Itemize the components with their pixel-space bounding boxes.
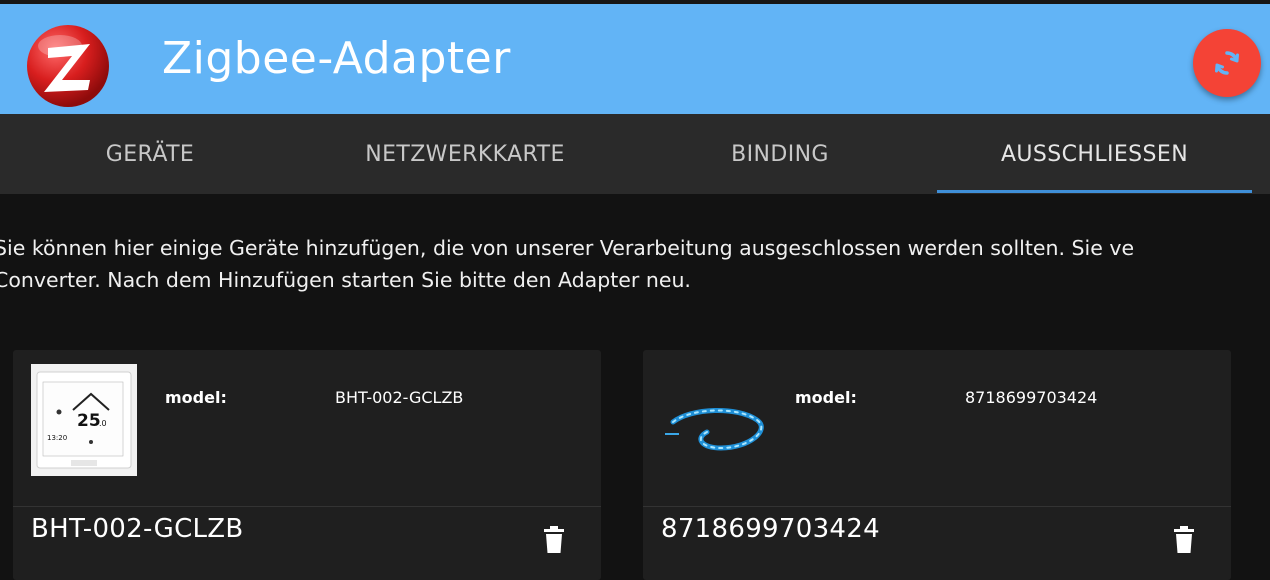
model-key: model: (795, 388, 857, 407)
device-name: BHT-002-GCLZB (31, 514, 244, 544)
device-card: 25 .0 13:20 model: BHT-002-GCLZB BHT-002… (13, 350, 601, 580)
active-tab-indicator (937, 190, 1252, 193)
model-value: 8718699703424 (965, 388, 1098, 407)
app-bar: Zigbee-Adapter (0, 4, 1270, 114)
card-divider (643, 506, 1231, 507)
description-line-1: Sie können hier einige Geräte hinzufügen… (0, 236, 1135, 260)
svg-text:13:20: 13:20 (47, 434, 67, 442)
card-divider (13, 506, 601, 507)
lightstrip-image (665, 408, 764, 451)
refresh-button[interactable] (1193, 29, 1261, 97)
device-card: model: 8718699703424 8718699703424 (643, 350, 1231, 580)
device-name: 8718699703424 (661, 514, 880, 544)
model-value: BHT-002-GCLZB (335, 388, 464, 407)
refresh-icon (1215, 51, 1239, 75)
tab-bar: GERÄTE NETZWERKKARTE BINDING AUSSCHLIESS… (0, 114, 1270, 194)
app-title: Zigbee-Adapter (162, 33, 511, 84)
model-key: model: (165, 388, 227, 407)
thermostat-image: 25 .0 13:20 (31, 364, 137, 476)
trash-icon[interactable] (1173, 526, 1195, 554)
zigbee-logo-icon (27, 25, 109, 107)
exclude-description: Sie können hier einige Geräte hinzufügen… (0, 232, 1270, 296)
trash-icon[interactable] (543, 526, 565, 554)
svg-text:25: 25 (77, 411, 101, 431)
tab-geraete[interactable]: GERÄTE (0, 114, 300, 194)
tab-netzwerkkarte[interactable]: NETZWERKKARTE (300, 114, 630, 194)
tab-ausschliessen[interactable]: AUSSCHLIESSEN (937, 114, 1252, 194)
svg-text:.0: .0 (99, 419, 107, 428)
tab-binding[interactable]: BINDING (630, 114, 930, 194)
description-line-2: Converter. Nach dem Hinzufügen starten S… (0, 268, 691, 292)
